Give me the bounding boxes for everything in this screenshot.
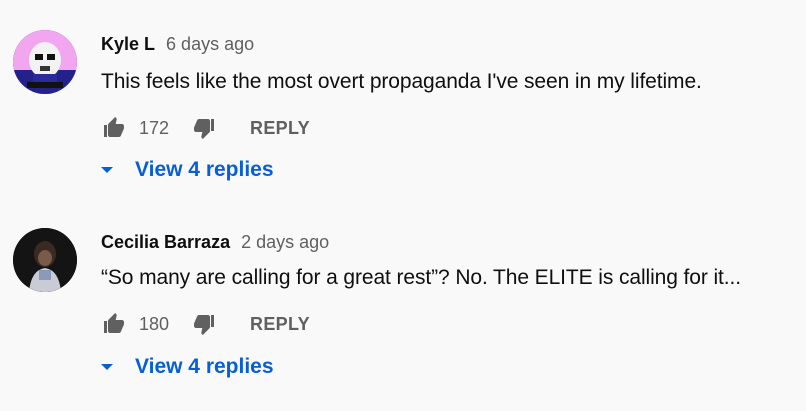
thumbs-up-icon[interactable] (101, 115, 127, 141)
comment-actions: 172 REPLY (101, 112, 310, 144)
chevron-down-icon (99, 359, 115, 375)
stormtrooper-avatar-image (13, 30, 77, 94)
like-count: 180 (139, 313, 170, 334)
comment-text: This feels like the most overt propagand… (101, 70, 702, 93)
reply-button[interactable]: REPLY (250, 314, 310, 335)
author-avatar[interactable] (13, 228, 77, 292)
reply-button[interactable]: REPLY (250, 118, 310, 139)
comment-time[interactable]: 2 days ago (241, 232, 329, 252)
comment-actions: 180 REPLY (101, 308, 310, 340)
author-name[interactable]: Kyle L (101, 34, 155, 54)
author-name[interactable]: Cecilia Barraza (101, 232, 230, 252)
thumbs-down-icon[interactable] (191, 311, 217, 337)
thumbs-up-icon[interactable] (101, 311, 127, 337)
comment-text: “So many are calling for a great rest”? … (101, 266, 741, 289)
comment-header: Kyle L 6 days ago (101, 34, 254, 55)
view-replies-button[interactable]: View 4 replies (99, 158, 274, 182)
author-avatar[interactable] (13, 30, 77, 94)
thumbs-down-icon[interactable] (191, 115, 217, 141)
view-replies-label: View 4 replies (135, 355, 274, 378)
profile-photo-avatar-image (13, 228, 77, 292)
view-replies-button[interactable]: View 4 replies (99, 355, 274, 379)
comment-time[interactable]: 6 days ago (166, 34, 254, 54)
comment-header: Cecilia Barraza 2 days ago (101, 232, 329, 253)
chevron-down-icon (99, 162, 115, 178)
comment-thread-1: Kyle L 6 days ago This feels like the mo… (0, 0, 806, 200)
comment-thread-2: Cecilia Barraza 2 days ago “So many are … (0, 196, 806, 396)
view-replies-label: View 4 replies (135, 158, 274, 181)
like-count: 172 (139, 117, 170, 138)
